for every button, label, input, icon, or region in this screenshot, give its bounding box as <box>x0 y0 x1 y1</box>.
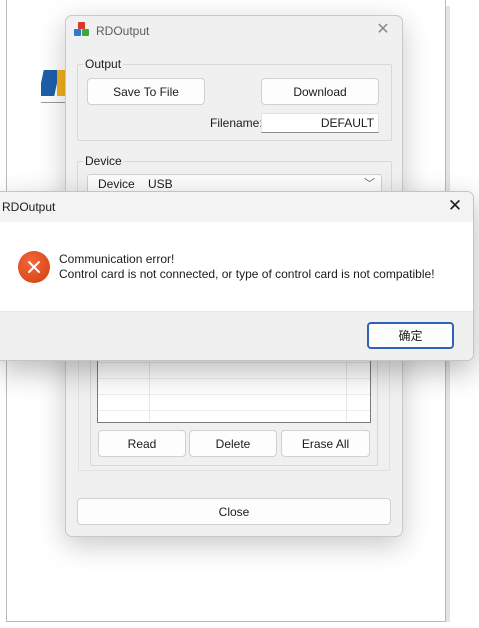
error-message-box: RDOutput ✕ Communication error! Control … <box>0 191 474 361</box>
app-icon <box>74 22 90 38</box>
error-icon <box>18 251 50 283</box>
error-message-line1: Communication error! <box>59 252 175 266</box>
device-select-value: Device USB <box>98 177 173 191</box>
filename-input[interactable]: DEFAULT <box>261 113 379 133</box>
message-box-title: RDOutput <box>2 200 56 214</box>
message-box-titlebar: RDOutput ✕ <box>0 192 473 222</box>
close-button[interactable]: Close <box>77 498 391 525</box>
read-button[interactable]: Read <box>98 430 186 457</box>
erase-all-button[interactable]: Erase All <box>281 430 370 457</box>
error-message: Communication error! Control card is not… <box>59 252 435 282</box>
output-group-label: Output <box>83 57 124 71</box>
window-titlebar: RDOutput ✕ <box>66 16 402 46</box>
download-button[interactable]: Download <box>261 78 379 105</box>
ok-button[interactable]: 确定 <box>367 322 454 349</box>
delete-button[interactable]: Delete <box>189 430 277 457</box>
save-to-file-button[interactable]: Save To File <box>87 78 205 105</box>
error-message-line2: Control card is not connected, or type o… <box>59 267 435 281</box>
filename-label: Filename: <box>210 116 263 130</box>
close-icon[interactable]: ✕ <box>445 196 465 216</box>
window-title: RDOutput <box>96 24 150 38</box>
device-group-label: Device <box>83 154 124 168</box>
close-icon[interactable]: ✕ <box>374 21 392 39</box>
